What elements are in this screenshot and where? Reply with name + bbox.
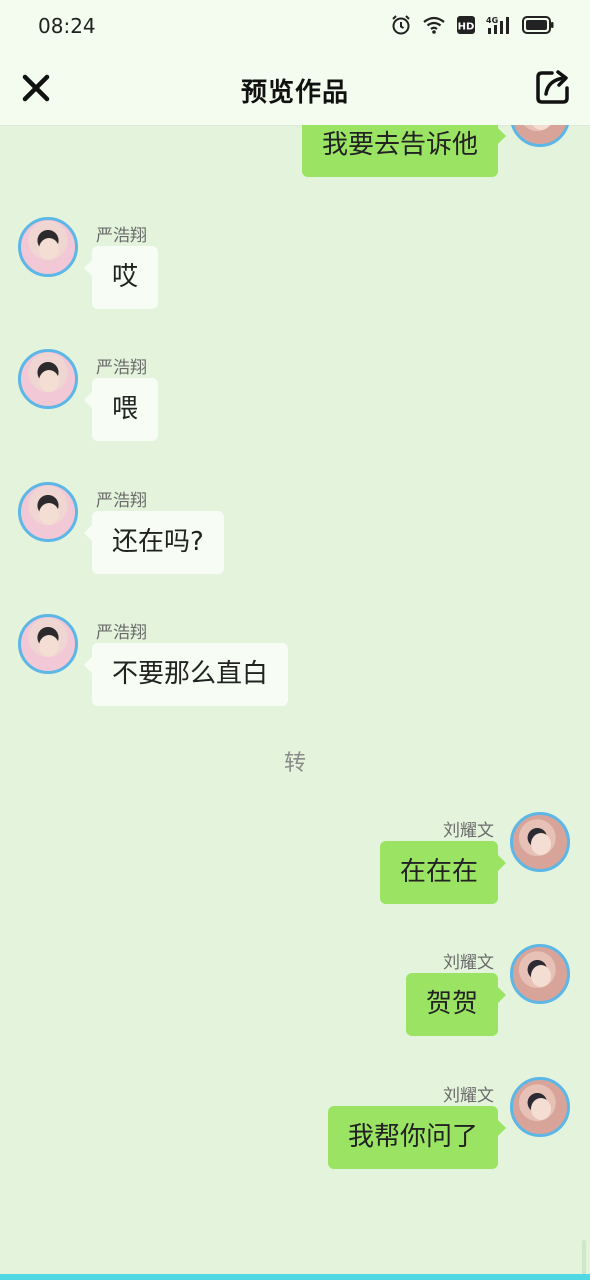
svg-text:4G: 4G: [486, 16, 498, 25]
sender-name: 刘耀文: [443, 1086, 494, 1106]
avatar-yan-haoxiang[interactable]: [18, 217, 78, 277]
sender-name: 严浩翔: [96, 226, 147, 246]
center-narration-text: 转: [283, 751, 306, 776]
status-bar: 08:24 HD 4G: [0, 0, 590, 52]
avatar-liu-yaowen[interactable]: [510, 812, 570, 872]
status-time: 08:24: [38, 14, 96, 38]
scrollbar[interactable]: [582, 1240, 586, 1275]
hd-icon: HD: [457, 16, 475, 34]
avatar-yan-haoxiang[interactable]: [18, 349, 78, 409]
sender-name: 严浩翔: [96, 623, 147, 643]
message-bubble-incoming[interactable]: 还在吗?: [84, 511, 224, 574]
4g-signal-icon: 4G: [486, 16, 509, 34]
page-title: 预览作品: [240, 78, 349, 108]
avatar-yan-haoxiang[interactable]: [18, 482, 78, 542]
avatar-liu-yaowen[interactable]: [510, 944, 570, 1004]
sender-name: 严浩翔: [96, 491, 147, 511]
message-bubble-incoming[interactable]: 哎: [83, 246, 159, 309]
share-button[interactable]: [534, 68, 572, 106]
message-bubble-outgoing[interactable]: 我要去告诉他: [301, 125, 507, 177]
wifi-icon: [423, 16, 445, 34]
svg-text:HD: HD: [458, 22, 475, 33]
alarm-icon: [392, 15, 410, 35]
message-bubble-incoming[interactable]: 喂: [83, 378, 159, 441]
top-bar: 预览作品: [0, 52, 590, 126]
sender-name: 刘耀文: [443, 821, 494, 841]
chat-area[interactable]: 我要去告诉他 严浩翔 哎 严浩翔 喂 严浩翔 还在吗? 严浩翔 不要那么直白 转…: [0, 125, 590, 1275]
avatar-yan-haoxiang[interactable]: [18, 614, 78, 674]
message-bubble-outgoing[interactable]: 我帮你问了: [327, 1106, 507, 1169]
message-bubble-incoming[interactable]: 不要那么直白: [83, 643, 289, 706]
bottom-accent-strip: [0, 1274, 590, 1280]
sender-name: 严浩翔: [96, 358, 147, 378]
avatar-liu-yaowen[interactable]: [510, 1077, 570, 1137]
avatar-liu-yaowen[interactable]: [510, 125, 570, 147]
message-bubble-outgoing[interactable]: 在在在: [379, 841, 507, 904]
battery-icon: [522, 16, 554, 34]
message-bubble-outgoing[interactable]: 贺贺: [405, 973, 507, 1036]
status-icons: HD 4G: [390, 14, 554, 36]
share-icon: [536, 70, 569, 104]
sender-name: 刘耀文: [443, 953, 494, 973]
